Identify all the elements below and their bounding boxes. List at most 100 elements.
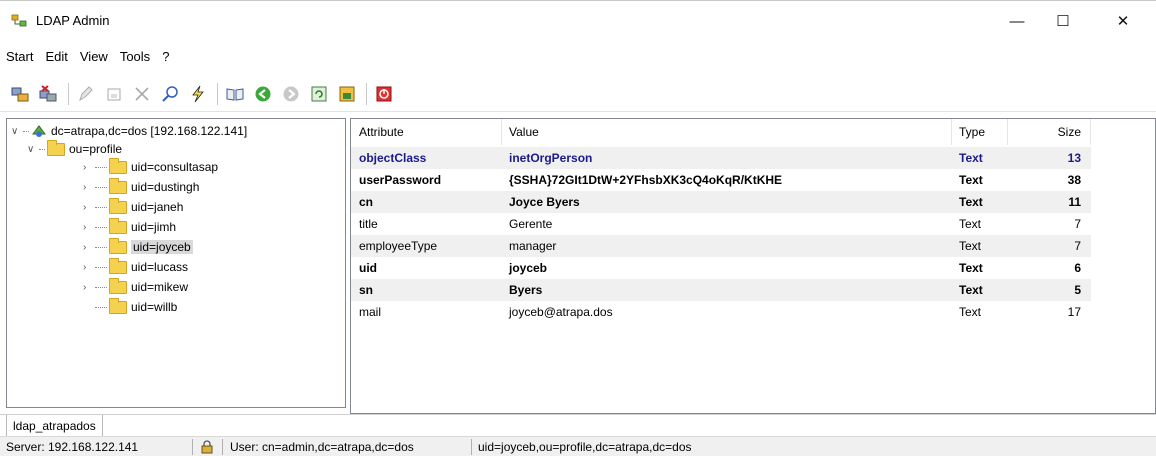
chevron-down-icon[interactable]: ∨ <box>11 126 21 137</box>
tree-item-selected[interactable]: › uid=joyceb <box>83 237 193 257</box>
cell-value: Gerente <box>509 217 553 231</box>
chevron-right-icon[interactable]: › <box>83 202 93 213</box>
tree-item[interactable]: › uid=lucass <box>83 257 188 277</box>
tree-item-label: uid=lucass <box>131 260 189 274</box>
table-row[interactable]: sn Byers Text 5 <box>351 279 1091 301</box>
menu-view[interactable]: View <box>80 49 108 64</box>
cell-size: 7 <box>1074 217 1081 231</box>
menu-tools[interactable]: Tools <box>120 49 150 64</box>
table-row[interactable]: mail joyceb@atrapa.dos Text 17 <box>351 301 1091 323</box>
table-row[interactable]: userPassword {SSHA}72GIt1DtW+2YFhsbXK3cQ… <box>351 169 1091 191</box>
cell-value: manager <box>509 239 557 253</box>
cell-attribute: userPassword <box>359 173 442 187</box>
tree-item-label: uid=jimh <box>131 220 177 234</box>
directory-tree[interactable]: ∨ dc=atrapa,dc=dos [192.168.122.141] ∨ o… <box>6 118 346 408</box>
menu-help[interactable]: ? <box>162 49 169 64</box>
cell-value: {SSHA}72GIt1DtW+2YFhsbXK3cQ4oKqR/KtKHE <box>509 173 783 187</box>
flash-button[interactable] <box>187 83 209 105</box>
window-title: LDAP Admin <box>36 13 110 28</box>
menu-edit[interactable]: Edit <box>45 49 67 64</box>
connect-button[interactable] <box>10 83 32 105</box>
menu-start[interactable]: Start <box>6 49 33 64</box>
tree-ou-label: ou=profile <box>69 142 123 156</box>
close-window-button[interactable]: ✕ <box>1100 1 1146 41</box>
tree-root-label: dc=atrapa,dc=dos [192.168.122.141] <box>51 124 248 138</box>
tree-item-label: uid=consultasap <box>131 160 219 174</box>
tree-item[interactable]: › uid=dustingh <box>83 177 199 197</box>
tree-connector <box>95 166 107 168</box>
status-user: User: cn=admin,dc=atrapa,dc=dos <box>230 440 414 454</box>
chevron-right-icon[interactable]: › <box>83 182 93 193</box>
disconnect-button[interactable] <box>38 83 60 105</box>
chevron-right-icon[interactable]: › <box>83 162 93 173</box>
chevron-right-icon[interactable]: › <box>83 282 93 293</box>
connection-tabs: ldap_atrapados <box>0 414 1156 437</box>
maximize-button[interactable]: ☐ <box>1040 1 1086 41</box>
delete-button[interactable] <box>131 83 153 105</box>
forward-icon <box>283 86 299 101</box>
chevron-right-icon[interactable]: › <box>83 222 93 233</box>
title-bar: LDAP Admin — ☐ ✕ <box>0 0 1156 40</box>
cell-size: 13 <box>1067 151 1081 165</box>
table-row[interactable]: objectClass inetOrgPerson Text 13 <box>351 147 1091 169</box>
tree-item[interactable]: › uid=jimh <box>83 217 176 237</box>
table-row[interactable]: title Gerente Text 7 <box>351 213 1091 235</box>
minimize-button[interactable]: — <box>994 1 1040 41</box>
menu-bar: Start Edit View Tools ? <box>0 44 1156 68</box>
edit-button[interactable] <box>75 83 97 105</box>
tree-item-label: uid=joyceb <box>131 240 193 254</box>
attribute-table: Attribute Value Type Size objectClass in… <box>350 118 1156 414</box>
cell-type: Text <box>959 283 983 297</box>
tab-label: ldap_atrapados <box>13 418 96 433</box>
delete-icon <box>135 86 149 101</box>
cell-value: Byers <box>509 283 543 297</box>
table-row[interactable]: uid joyceb Text 6 <box>351 257 1091 279</box>
chevron-down-icon[interactable]: ∨ <box>27 144 37 155</box>
tree-item[interactable]: › uid=consultasap <box>83 157 218 177</box>
back-button[interactable] <box>252 83 274 105</box>
tree-connector <box>95 306 107 308</box>
chevron-right-icon[interactable]: › <box>83 242 93 253</box>
header-attribute[interactable]: Attribute <box>359 125 404 139</box>
cell-value: joyceb@atrapa.dos <box>509 305 613 319</box>
chevron-right-icon[interactable]: › <box>83 262 93 273</box>
minimize-icon: — <box>1009 12 1025 30</box>
status-dn: uid=joyceb,ou=profile,dc=atrapa,dc=dos <box>478 440 692 454</box>
cell-attribute: employeeType <box>359 239 438 253</box>
toolbar <box>0 76 1156 112</box>
tree-connector <box>95 206 107 208</box>
cell-attribute: uid <box>359 261 377 275</box>
refresh-button[interactable] <box>308 83 330 105</box>
refresh-icon <box>311 86 327 101</box>
tab-ldap-atrapados[interactable]: ldap_atrapados <box>6 415 103 437</box>
folder-icon <box>109 277 127 294</box>
book-button[interactable] <box>224 83 246 105</box>
table-row[interactable]: employeeType manager Text 7 <box>351 235 1091 257</box>
tree-item[interactable]: › uid=mikew <box>83 277 188 297</box>
column-divider <box>951 119 952 145</box>
forward-button[interactable] <box>280 83 302 105</box>
folder-icon <box>109 177 127 194</box>
header-type[interactable]: Type <box>959 125 985 139</box>
save-button[interactable] <box>103 83 125 105</box>
toolbar-separator <box>366 82 367 105</box>
tree-item[interactable]: › uid=janeh <box>83 197 183 217</box>
folder-icon <box>109 197 127 214</box>
header-value[interactable]: Value <box>509 125 539 139</box>
folder-icon <box>109 297 127 314</box>
tree-connector <box>95 286 107 288</box>
header-size[interactable]: Size <box>1007 125 1091 139</box>
tree-connector <box>95 246 107 248</box>
cell-type: Text <box>959 195 983 209</box>
schema-button[interactable] <box>336 83 358 105</box>
table-row[interactable]: cn Joyce Byers Text 11 <box>351 191 1091 213</box>
tree-ou[interactable]: ∨ ou=profile <box>27 139 122 159</box>
status-server: Server: 192.168.122.141 <box>6 440 139 454</box>
table-header: Attribute Value Type Size <box>351 119 1091 145</box>
search-button[interactable] <box>159 83 181 105</box>
tree-item[interactable]: uid=willb <box>83 297 177 317</box>
flash-icon <box>192 85 204 102</box>
exit-button[interactable] <box>373 83 395 105</box>
tree-root[interactable]: ∨ dc=atrapa,dc=dos [192.168.122.141] <box>11 121 247 141</box>
cell-size: 17 <box>1067 305 1081 319</box>
